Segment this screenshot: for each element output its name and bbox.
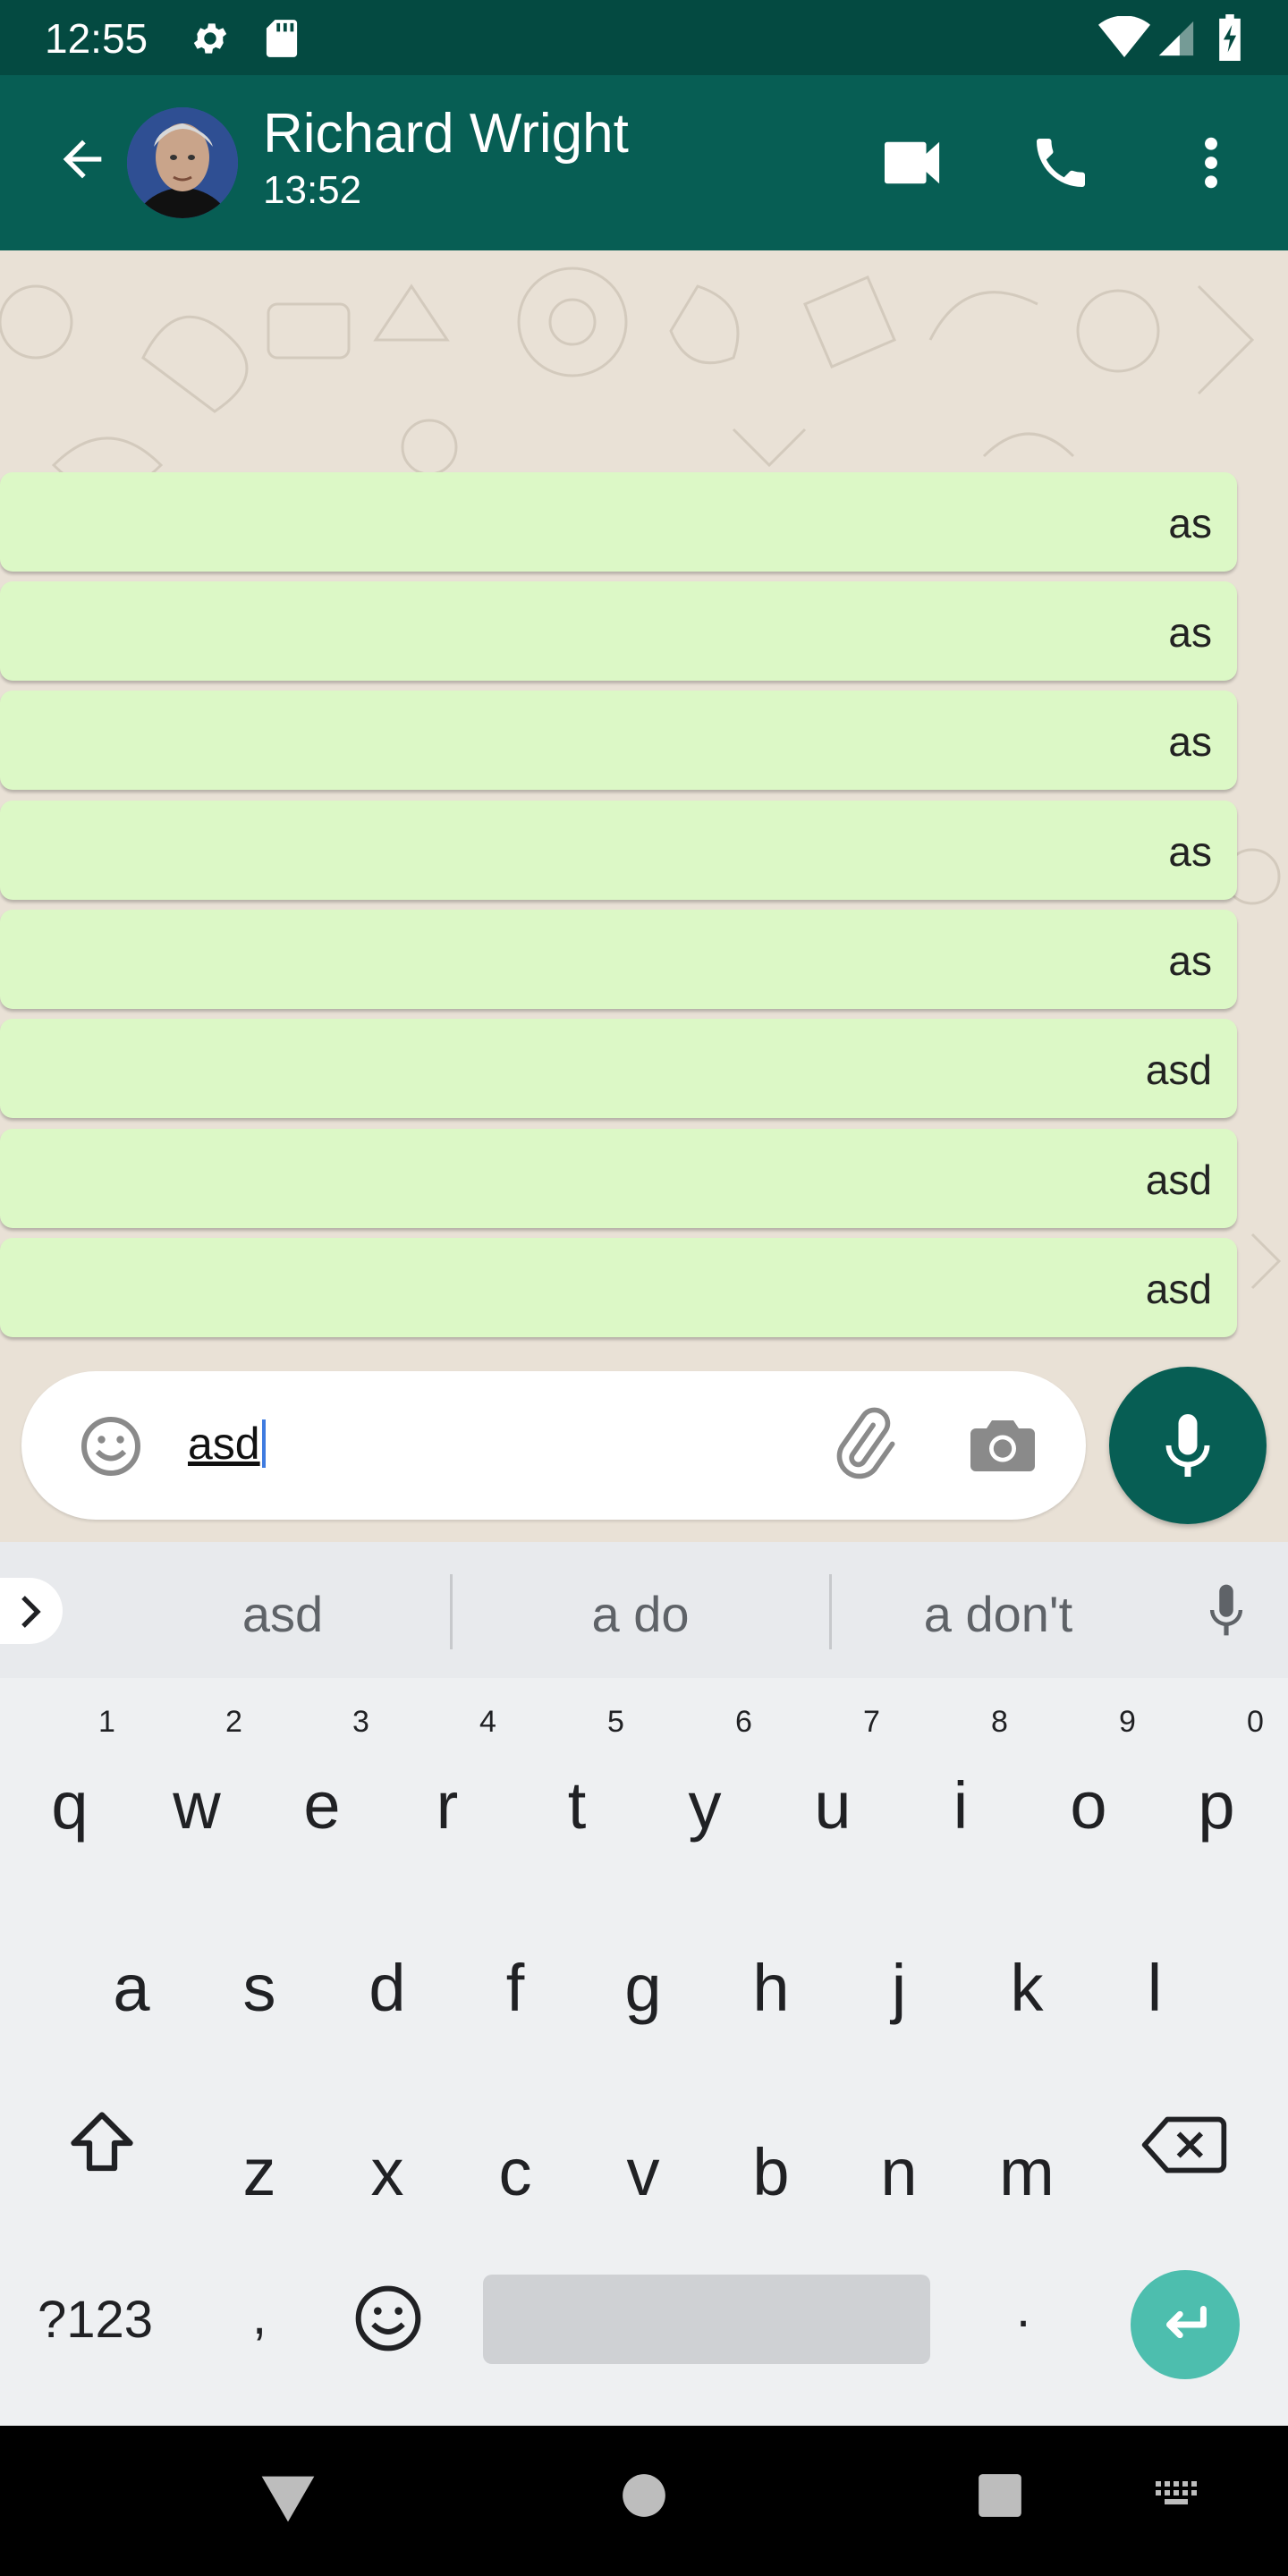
recents-nav-icon[interactable] — [977, 2472, 1023, 2523]
status-time: 12:55 — [45, 15, 148, 62]
contact-last-seen: 13:52 — [263, 168, 362, 212]
message-bubble[interactable]: as — [0, 910, 1237, 1009]
message-bubble[interactable]: asd — [0, 1238, 1237, 1337]
enter-key[interactable] — [1131, 2270, 1240, 2379]
space-bar[interactable] — [483, 2275, 930, 2364]
sd-card-icon — [265, 18, 299, 64]
key-v[interactable]: v — [589, 2134, 697, 2210]
key-hint: 8 — [991, 1705, 1008, 1739]
key-f[interactable]: f — [462, 1950, 569, 2026]
key-p[interactable]: p — [1163, 1767, 1270, 1843]
key-i[interactable]: i — [907, 1767, 1014, 1843]
backspace-icon[interactable] — [1141, 2111, 1227, 2183]
message-input[interactable]: asd — [188, 1418, 266, 1470]
key-hint: 7 — [863, 1705, 880, 1739]
key-hint: 0 — [1247, 1705, 1264, 1739]
camera-icon[interactable] — [968, 1412, 1038, 1481]
key-x[interactable]: x — [334, 2134, 441, 2210]
emoji-key-icon[interactable] — [352, 2283, 424, 2359]
suggestion-item[interactable]: a don't — [810, 1585, 1186, 1643]
key-z[interactable]: z — [206, 2134, 313, 2210]
symbols-key[interactable]: ?123 — [38, 2290, 153, 2350]
message-bubble[interactable]: as — [0, 691, 1237, 790]
enter-icon — [1166, 2306, 1207, 2339]
text-caret — [261, 1419, 266, 1468]
key-e[interactable]: e — [268, 1767, 376, 1843]
keyboard-switch-icon[interactable] — [1154, 2478, 1204, 2518]
key-s[interactable]: s — [206, 1950, 313, 2026]
key-c[interactable]: c — [462, 2134, 569, 2210]
video-call-icon[interactable] — [882, 134, 945, 196]
message-bubble[interactable]: as — [0, 581, 1237, 681]
message-text: asd — [1145, 1266, 1212, 1312]
key-m[interactable]: m — [973, 2134, 1080, 2210]
suggestion-item[interactable]: a do — [453, 1585, 828, 1643]
message-bubble[interactable]: as — [0, 801, 1237, 900]
key-r[interactable]: r — [394, 1767, 501, 1843]
shift-icon[interactable] — [64, 2106, 140, 2185]
message-text: as — [1168, 937, 1212, 984]
message-bubble[interactable]: asd — [0, 1129, 1237, 1228]
message-text: asd — [1145, 1157, 1212, 1203]
message-text: as — [1168, 718, 1212, 765]
key-q[interactable]: q — [16, 1767, 123, 1843]
attach-icon[interactable] — [825, 1407, 900, 1487]
message-text: as — [1168, 500, 1212, 547]
key-j[interactable]: j — [845, 1950, 953, 2026]
message-bubble[interactable]: as — [0, 472, 1237, 572]
back-nav-icon[interactable] — [259, 2474, 317, 2529]
key-a[interactable]: a — [78, 1950, 185, 2026]
avatar[interactable] — [127, 107, 238, 218]
key-l[interactable]: l — [1101, 1950, 1208, 2026]
more-options-icon[interactable] — [1193, 134, 1229, 196]
voice-typing-icon[interactable] — [1199, 1580, 1254, 1645]
key-comma[interactable]: , — [252, 2286, 267, 2346]
key-h[interactable]: h — [717, 1950, 825, 2026]
key-hint: 4 — [479, 1705, 496, 1739]
key-d[interactable]: d — [334, 1950, 441, 2026]
back-arrow-icon[interactable] — [54, 131, 118, 195]
key-y[interactable]: y — [651, 1767, 758, 1843]
key-hint: 1 — [98, 1705, 115, 1739]
message-bubble[interactable]: asd — [0, 1019, 1237, 1118]
message-input-value: asd — [188, 1419, 260, 1469]
chevron-right-icon — [21, 1596, 41, 1628]
message-composer[interactable]: asd — [21, 1371, 1086, 1520]
key-n[interactable]: n — [845, 2134, 953, 2210]
key-t[interactable]: t — [523, 1767, 631, 1843]
wifi-icon — [1098, 15, 1150, 62]
message-text: as — [1168, 609, 1212, 656]
emoji-icon[interactable] — [79, 1414, 143, 1483]
voice-message-button[interactable] — [1109, 1367, 1267, 1524]
status-bar: 12:55 — [0, 0, 1288, 75]
key-k[interactable]: k — [973, 1950, 1080, 2026]
key-hint: 5 — [607, 1705, 624, 1739]
key-g[interactable]: g — [589, 1950, 697, 2026]
chat-area[interactable]: as as as as as asd asd asd — [0, 250, 1288, 1542]
signal-icon — [1156, 18, 1197, 64]
keyboard: q 1 w 2 e 3 r 4 t 5 y 6 u 7 i 8 o 9 p 0 … — [0, 1678, 1288, 2426]
home-nav-icon[interactable] — [621, 2472, 667, 2523]
key-w[interactable]: w — [143, 1767, 250, 1843]
chat-header: Richard Wright 13:52 — [0, 75, 1288, 250]
battery-icon — [1216, 14, 1243, 65]
contact-name[interactable]: Richard Wright — [263, 102, 629, 165]
suggestion-item[interactable]: asd — [95, 1585, 470, 1643]
microphone-icon — [1165, 1414, 1210, 1477]
key-hint: 2 — [225, 1705, 242, 1739]
key-hint: 3 — [352, 1705, 369, 1739]
message-text: as — [1168, 828, 1212, 875]
key-u[interactable]: u — [779, 1767, 886, 1843]
voice-call-icon[interactable] — [1029, 131, 1093, 199]
key-period[interactable]: . — [1016, 2279, 1030, 2339]
key-o[interactable]: o — [1035, 1767, 1142, 1843]
expand-toolbar-button[interactable] — [0, 1578, 63, 1644]
message-text: asd — [1145, 1046, 1212, 1093]
key-hint: 9 — [1119, 1705, 1136, 1739]
suggestion-strip: asd a do a don't — [0, 1542, 1288, 1678]
key-hint: 6 — [735, 1705, 752, 1739]
key-b[interactable]: b — [717, 2134, 825, 2210]
navigation-bar — [0, 2426, 1288, 2576]
settings-icon — [190, 18, 231, 64]
